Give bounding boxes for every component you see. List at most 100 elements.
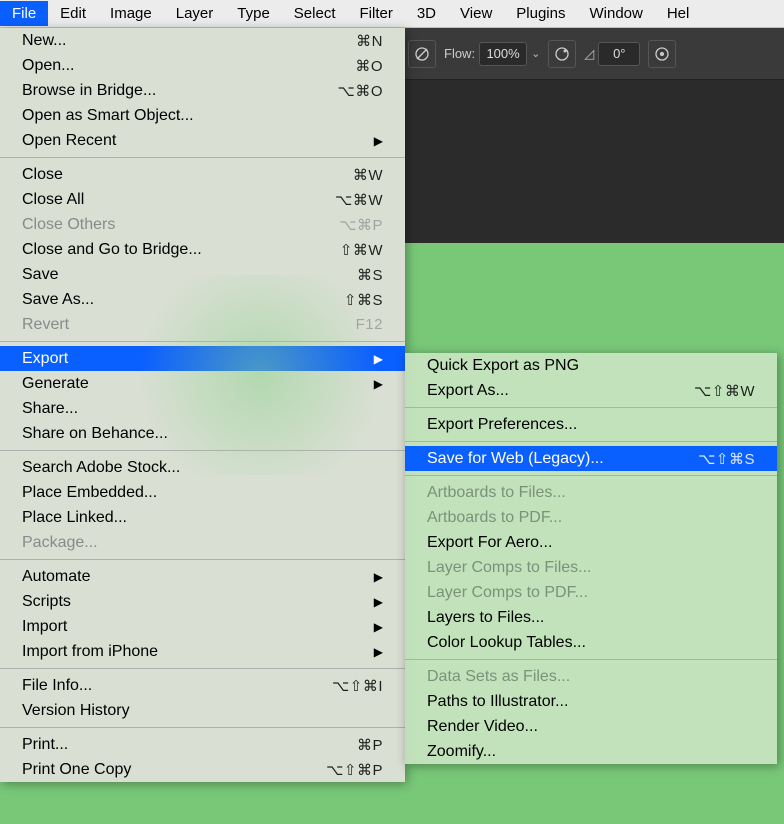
angle-control[interactable]: ◿	[584, 42, 640, 66]
menu-shortcut: F12	[356, 316, 383, 333]
menu-item-label: Import from iPhone	[22, 643, 158, 661]
menu-item[interactable]: Open as Smart Object...	[0, 103, 405, 128]
menu-item-label: Revert	[22, 316, 69, 334]
menu-item[interactable]: Close All⌥⌘W	[0, 187, 405, 212]
menubar-item-plugins[interactable]: Plugins	[504, 1, 577, 26]
menu-item[interactable]: Save As...⇧⌘S	[0, 287, 405, 312]
menu-item-label: File Info...	[22, 677, 92, 695]
menu-item-label: Artboards to PDF...	[427, 509, 562, 527]
menu-item[interactable]: Close and Go to Bridge...⇧⌘W	[0, 237, 405, 262]
menu-item: Layer Comps to Files...	[405, 555, 777, 580]
menubar-item-edit[interactable]: Edit	[48, 1, 98, 26]
menu-item[interactable]: Export As...⌥⇧⌘W	[405, 378, 777, 403]
menu-item[interactable]: Export For Aero...	[405, 530, 777, 555]
submenu-arrow-icon: ▶	[374, 570, 383, 584]
menu-item[interactable]: Place Linked...	[0, 505, 405, 530]
angle-input[interactable]	[598, 42, 640, 66]
separator	[405, 475, 777, 476]
menu-item[interactable]: Render Video...	[405, 714, 777, 739]
submenu-arrow-icon: ▶	[374, 377, 383, 391]
menubar-item-file[interactable]: File	[0, 1, 48, 26]
menu-item[interactable]: Save for Web (Legacy)... ⌥⇧⌘S	[405, 446, 777, 471]
menu-item-label: Export As...	[427, 382, 509, 400]
menu-item[interactable]: Quick Export as PNG	[405, 353, 777, 378]
menubar-item-view[interactable]: View	[448, 1, 504, 26]
pressure-opacity-icon[interactable]	[408, 40, 436, 68]
menu-shortcut: ⌘N	[356, 32, 383, 50]
menu-item[interactable]: Open Recent▶	[0, 128, 405, 153]
menu-item[interactable]: Automate▶	[0, 564, 405, 589]
menubar-item-3d[interactable]: 3D	[405, 1, 448, 26]
flow-control[interactable]: Flow: ⌄	[444, 42, 540, 66]
menu-item[interactable]: Import from iPhone▶	[0, 639, 405, 664]
menu-item-label: New...	[22, 32, 66, 50]
menu-item: Package...	[0, 530, 405, 555]
menu-item: Artboards to Files...	[405, 480, 777, 505]
menu-item[interactable]: Close⌘W	[0, 162, 405, 187]
menu-item[interactable]: Generate▶	[0, 371, 405, 396]
menu-item-label: Layer Comps to Files...	[427, 559, 592, 577]
menu-item[interactable]: Print One Copy⌥⇧⌘P	[0, 757, 405, 782]
menu-shortcut: ⌘S	[357, 266, 383, 284]
submenu-arrow-icon: ▶	[374, 620, 383, 634]
menu-item-label: Place Embedded...	[22, 484, 157, 502]
menu-item[interactable]: Share...	[0, 396, 405, 421]
menu-item-label: Color Lookup Tables...	[427, 634, 586, 652]
menu-item: Artboards to PDF...	[405, 505, 777, 530]
separator	[0, 727, 405, 728]
separator	[0, 157, 405, 158]
menu-item[interactable]: Zoomify...	[405, 739, 777, 764]
menu-item-label: Export Preferences...	[427, 416, 577, 434]
menubar-item-select[interactable]: Select	[282, 1, 348, 26]
menu-item-label: Open as Smart Object...	[22, 107, 194, 125]
menu-item-label: Save for Web (Legacy)...	[427, 450, 604, 468]
menu-item-label: Export For Aero...	[427, 534, 552, 552]
menu-item-label: Search Adobe Stock...	[22, 459, 180, 477]
menubar-item-filter[interactable]: Filter	[348, 1, 405, 26]
menu-shortcut: ⌘W	[353, 166, 383, 184]
menu-item[interactable]: Import ▶	[0, 614, 405, 639]
separator	[405, 407, 777, 408]
separator	[0, 341, 405, 342]
menu-item-label: Browse in Bridge...	[22, 82, 156, 100]
menu-item[interactable]: Paths to Illustrator...	[405, 689, 777, 714]
menu-item[interactable]: Scripts▶	[0, 589, 405, 614]
menu-item-label: Share...	[22, 400, 78, 418]
menu-item[interactable]: File Info... ⌥⇧⌘I	[0, 673, 405, 698]
menu-item[interactable]: Export Preferences...	[405, 412, 777, 437]
menu-item[interactable]: Version History	[0, 698, 405, 723]
pressure-size-icon[interactable]	[648, 40, 676, 68]
menu-item[interactable]: Place Embedded...	[0, 480, 405, 505]
menu-item[interactable]: Print...⌘P	[0, 732, 405, 757]
menu-item-label: Place Linked...	[22, 509, 127, 527]
submenu-arrow-icon: ▶	[374, 352, 383, 366]
menubar-item-window[interactable]: Window	[577, 1, 654, 26]
menu-item[interactable]: New... ⌘N	[0, 28, 405, 53]
menu-item[interactable]: Browse in Bridge... ⌥⌘O	[0, 78, 405, 103]
menu-item[interactable]: Color Lookup Tables...	[405, 630, 777, 655]
menu-item-label: Print...	[22, 736, 68, 754]
airbrush-icon[interactable]	[548, 40, 576, 68]
menu-shortcut: ⇧⌘W	[340, 241, 383, 259]
menubar-item-type[interactable]: Type	[225, 1, 282, 26]
chevron-down-icon[interactable]: ⌄	[531, 47, 540, 60]
menu-item[interactable]: Search Adobe Stock...	[0, 455, 405, 480]
menu-item: Revert F12	[0, 312, 405, 337]
menubar-item-layer[interactable]: Layer	[164, 1, 226, 26]
menubar-item-hel[interactable]: Hel	[655, 1, 702, 26]
separator	[0, 559, 405, 560]
menu-item[interactable]: Open...⌘O	[0, 53, 405, 78]
menu-item[interactable]: Layers to Files...	[405, 605, 777, 630]
menu-item[interactable]: Export▶	[0, 346, 405, 371]
menu-shortcut: ⌥⇧⌘S	[698, 450, 755, 468]
menu-item[interactable]: Save ⌘S	[0, 262, 405, 287]
menu-item-label: Save	[22, 266, 58, 284]
menu-shortcut: ⌥⌘W	[335, 191, 383, 209]
flow-input[interactable]	[479, 42, 527, 66]
menu-shortcut: ⌥⌘O	[338, 82, 383, 100]
menu-item-label: Import	[22, 618, 67, 636]
menu-item[interactable]: Share on Behance...	[0, 421, 405, 446]
options-bar: Flow: ⌄ ◿	[400, 28, 784, 80]
menu-shortcut: ⌥⇧⌘I	[332, 677, 383, 695]
menubar-item-image[interactable]: Image	[98, 1, 164, 26]
